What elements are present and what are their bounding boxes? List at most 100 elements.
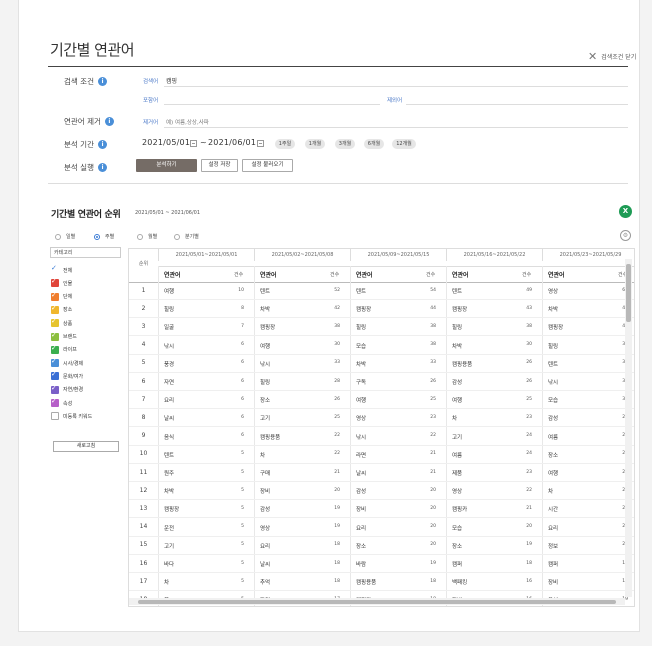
keyword-cell[interactable]: 구매 <box>260 469 270 477</box>
close-search-button[interactable]: ✕ 검색조건 닫기 <box>588 51 636 62</box>
category-item[interactable]: 시사/경제 <box>51 357 83 368</box>
keyword-cell[interactable]: 요리 <box>164 396 174 404</box>
keyword-cell[interactable]: 캠핑용품 <box>452 360 472 368</box>
keyword-cell[interactable]: 힐링 <box>164 305 174 313</box>
keyword-cell[interactable]: 풍경 <box>164 360 174 368</box>
settings-icon[interactable]: ⚙ <box>620 230 631 241</box>
keyword-cell[interactable]: 요리 <box>356 524 366 532</box>
checkbox[interactable] <box>51 264 59 274</box>
checkbox[interactable] <box>51 412 59 421</box>
excel-icon[interactable]: X <box>619 205 632 218</box>
category-item[interactable]: 전체 <box>51 264 72 274</box>
chip-1week[interactable]: 1주일 <box>275 139 295 149</box>
checkbox[interactable] <box>51 277 59 288</box>
keyword-cell[interactable]: 차박 <box>452 342 462 350</box>
keyword-cell[interactable]: 영상 <box>452 487 462 495</box>
category-item[interactable]: 장소 <box>51 304 72 314</box>
radio-2[interactable]: 월별 <box>137 233 157 240</box>
keyword-cell[interactable]: 백패킹 <box>452 578 467 586</box>
keyword-cell[interactable]: 날씨 <box>260 560 270 568</box>
category-item[interactable]: 속성 <box>51 397 72 407</box>
keyword-cell[interactable]: 바람 <box>356 560 366 568</box>
keyword-cell[interactable]: 날씨 <box>164 414 174 422</box>
chip-3month[interactable]: 3개월 <box>335 139 355 149</box>
keyword-cell[interactable]: 텐트 <box>356 287 366 295</box>
keyword-cell[interactable]: 장소 <box>548 451 558 459</box>
keyword-cell[interactable]: 고기 <box>260 414 270 422</box>
keyword-cell[interactable]: 텐트 <box>260 287 270 295</box>
category-item[interactable]: 라이프 <box>51 344 77 354</box>
keyword-cell[interactable]: 낚시 <box>548 378 558 386</box>
keyword-cell[interactable]: 자연 <box>164 378 174 386</box>
keyword-cell[interactable]: 구독 <box>356 378 366 386</box>
horizontal-scroll-thumb[interactable] <box>138 600 616 604</box>
keyword-cell[interactable]: 차박 <box>356 360 366 368</box>
keyword-cell[interactable]: 감성 <box>260 505 270 513</box>
keyword-cell[interactable]: 낚시 <box>164 342 174 350</box>
keyword-cell[interactable]: 텐트 <box>548 360 558 368</box>
radio-dot[interactable] <box>55 233 61 240</box>
keyword-cell[interactable]: 캠퍼 <box>452 560 462 568</box>
keyword-cell[interactable]: 여행 <box>452 396 462 404</box>
category-item[interactable]: 브랜드 <box>51 331 77 341</box>
keyword-cell[interactable]: 일굴 <box>164 323 174 331</box>
chip-1month[interactable]: 1개월 <box>305 139 325 149</box>
category-item[interactable]: 상품 <box>51 317 72 328</box>
checkbox[interactable] <box>51 291 59 301</box>
start-date-input[interactable]: 2021/05/01 <box>142 138 190 147</box>
checkbox[interactable] <box>51 317 59 328</box>
keyword-cell[interactable]: 힐링 <box>452 323 462 331</box>
keyword-cell[interactable]: 제품 <box>452 469 462 477</box>
keyword-cell[interactable]: 캠핑장 <box>452 305 467 313</box>
keyword-cell[interactable]: 장소 <box>260 396 270 404</box>
refresh-button[interactable]: 새로고침 <box>53 441 119 452</box>
keyword-cell[interactable]: 장비 <box>260 487 270 495</box>
keyword-cell[interactable]: 캠핑장 <box>164 505 179 513</box>
category-item[interactable]: 문화/여가 <box>51 370 83 381</box>
info-icon[interactable]: i <box>97 163 107 172</box>
radio-0[interactable]: 일별 <box>55 233 75 240</box>
keyword-cell[interactable]: 여행 <box>548 469 558 477</box>
checkbox[interactable] <box>51 357 59 368</box>
keyword-cell[interactable]: 모습 <box>452 524 462 532</box>
keyword-cell[interactable]: 요리 <box>260 542 270 550</box>
category-item[interactable]: 인물 <box>51 277 72 288</box>
radio-3[interactable]: 분기별 <box>174 233 199 240</box>
keyword-cell[interactable]: 여행 <box>164 287 174 295</box>
info-icon[interactable]: i <box>97 140 107 149</box>
keyword-cell[interactable]: 힐링 <box>356 323 366 331</box>
radio-dot[interactable] <box>137 233 143 240</box>
checkbox[interactable] <box>51 331 59 341</box>
keyword-cell[interactable]: 차박 <box>260 305 270 313</box>
keyword-cell[interactable]: 바다 <box>164 560 174 568</box>
keyword-cell[interactable]: 원주 <box>164 469 174 477</box>
checkbox[interactable] <box>51 344 59 354</box>
keyword-cell[interactable]: 힐링 <box>548 342 558 350</box>
keyword-cell[interactable]: 캠핑용품 <box>260 433 280 441</box>
keyword-cell[interactable]: 감성 <box>356 487 366 495</box>
remove-input[interactable]: 예) 여름,상상,사파 <box>166 118 209 126</box>
chip-6month[interactable]: 6개월 <box>364 139 384 149</box>
keyword-cell[interactable]: 캠핑장 <box>356 305 371 313</box>
keyword-cell[interactable]: 캠핑장 <box>260 323 275 331</box>
keyword-cell[interactable]: 텐트 <box>452 287 462 295</box>
run-analysis-button[interactable]: 분석하기 <box>136 159 197 172</box>
keyword-cell[interactable]: 시간 <box>548 505 558 513</box>
include-input[interactable] <box>164 104 380 105</box>
keyword-cell[interactable]: 요리 <box>548 524 558 532</box>
keyword-cell[interactable]: 힐링 <box>260 378 270 386</box>
info-icon[interactable]: i <box>97 77 107 86</box>
keyword-cell[interactable]: 낚시 <box>260 360 270 368</box>
category-select[interactable]: 카테고리 <box>50 247 121 258</box>
keyword-cell[interactable]: 장소 <box>356 542 366 550</box>
checkbox[interactable] <box>51 397 59 407</box>
checkbox[interactable] <box>51 384 59 394</box>
keyword-cell[interactable]: 차 <box>452 414 457 422</box>
keyword-cell[interactable]: 장비 <box>356 505 366 513</box>
keyword-cell[interactable]: 추억 <box>260 578 270 586</box>
keyword-cell[interactable]: 캠핑카 <box>452 505 467 513</box>
keyword-cell[interactable]: 모습 <box>356 342 366 350</box>
keyword-cell[interactable]: 운전 <box>164 524 174 532</box>
save-settings-button[interactable]: 설정 저장 <box>201 159 238 172</box>
calendar-icon[interactable] <box>257 140 264 147</box>
